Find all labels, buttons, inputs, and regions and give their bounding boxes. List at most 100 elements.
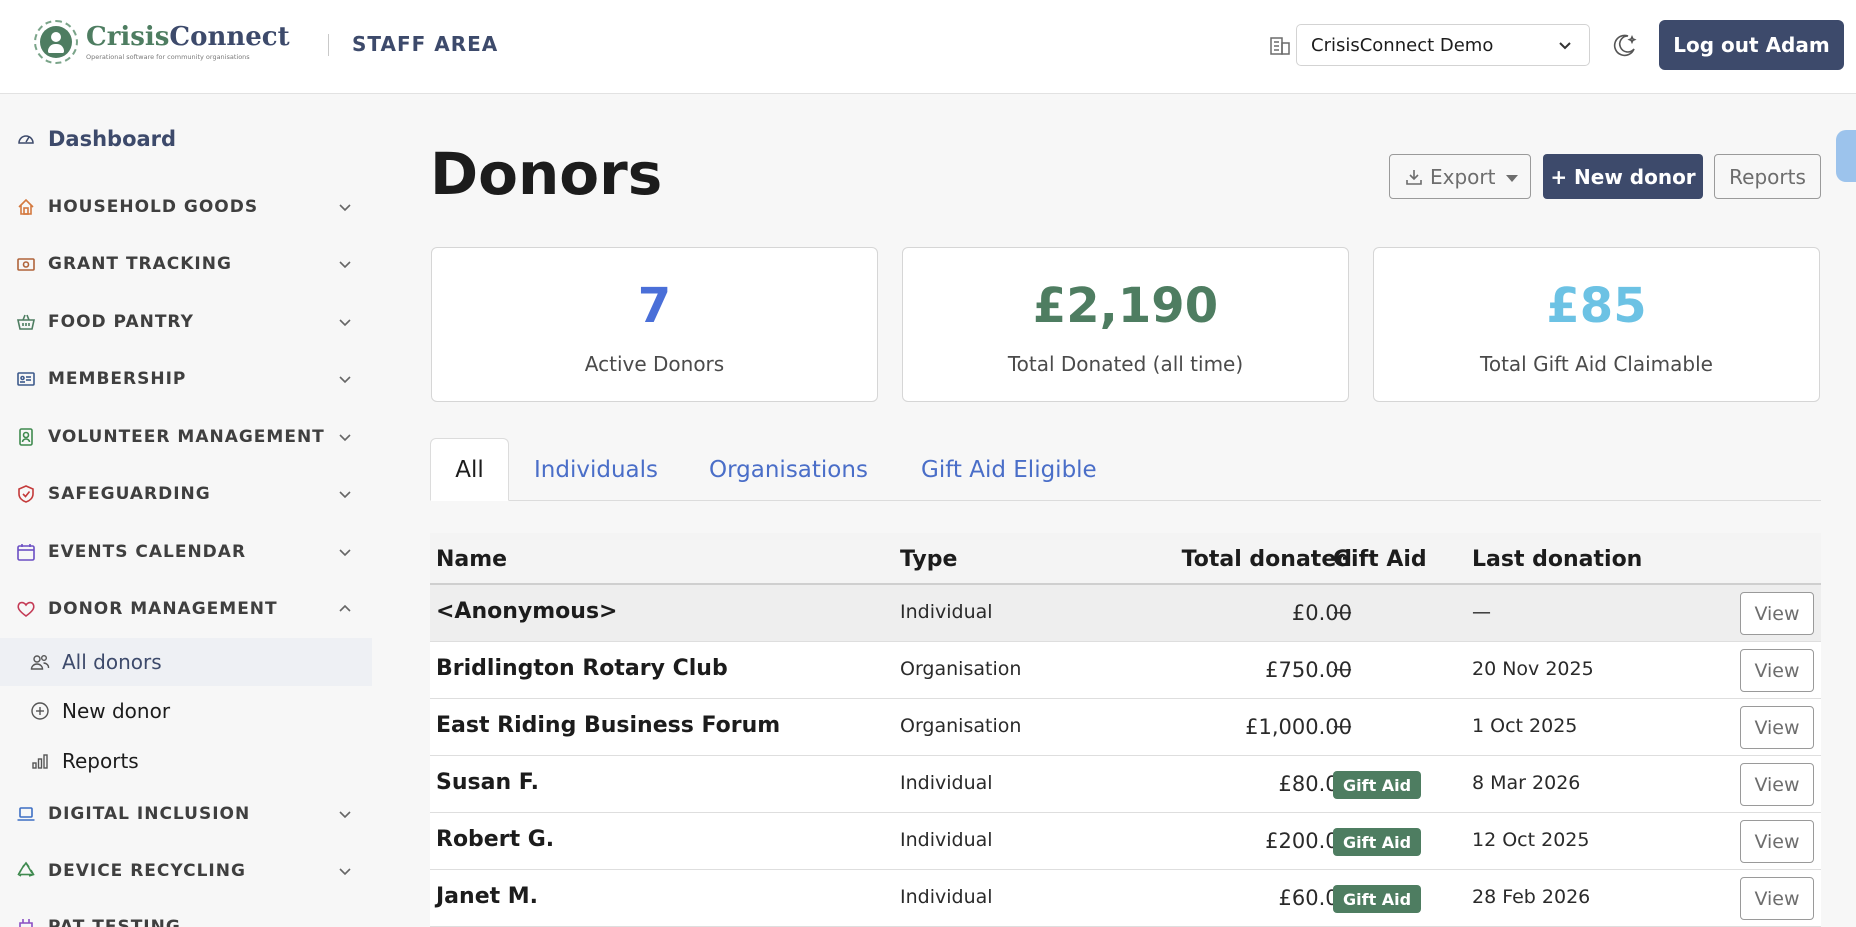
reports-button[interactable]: Reports (1714, 154, 1821, 199)
sidebar-item-new-donor[interactable]: New donor (0, 687, 372, 735)
sidebar-section-digital-inclusion[interactable]: DIGITAL INCLUSION (16, 799, 356, 829)
gift-aid-value: — (1333, 658, 1352, 680)
table-row[interactable]: East Riding Business Forum Organisation … (430, 699, 1821, 756)
gift-aid-badge: Gift Aid (1333, 828, 1422, 856)
chevron-down-icon (339, 319, 351, 327)
sidebar-section-events-calendar[interactable]: EVENTS CALENDAR (16, 537, 356, 567)
house-icon (18, 198, 34, 215)
table-row[interactable]: Robert G. Individual £200.00 Gift Aid 12… (430, 813, 1821, 870)
chevron-down-icon (339, 204, 351, 212)
top-header: CrisisConnect Operational software for c… (0, 0, 1856, 94)
bar-chart-icon (32, 754, 48, 769)
sidebar-section-donor-management[interactable]: DONOR MANAGEMENT (16, 594, 356, 624)
table-row[interactable]: Susan F. Individual £80.00 Gift Aid 8 Ma… (430, 756, 1821, 813)
building-icon (1270, 37, 1290, 55)
view-button[interactable]: View (1740, 877, 1814, 920)
sidebar-section-food-pantry[interactable]: FOOD PANTRY (16, 307, 356, 337)
table-row[interactable]: Bridlington Rotary Club Organisation £75… (430, 642, 1821, 699)
caret-down-icon (1506, 175, 1518, 182)
donor-name[interactable]: Janet M. (436, 884, 538, 909)
donor-type: Organisation (900, 658, 1022, 680)
donor-name[interactable]: Robert G. (436, 827, 554, 852)
chevron-down-icon (339, 434, 351, 442)
donor-name[interactable]: <Anonymous> (436, 599, 617, 624)
chevron-down-icon (339, 261, 351, 269)
brand-logo[interactable]: CrisisConnect Operational software for c… (34, 20, 290, 64)
last-donation: 20 Nov 2025 (1472, 658, 1594, 680)
view-button[interactable]: View (1740, 649, 1814, 692)
chevron-down-icon (339, 868, 351, 876)
sidebar-section-label: DIGITAL INCLUSION (48, 804, 251, 824)
donor-total: £750.00 (1265, 658, 1352, 682)
last-donation: 28 Feb 2026 (1472, 886, 1591, 908)
tab-organisations[interactable]: Organisations (709, 438, 868, 501)
tab-individuals[interactable]: Individuals (534, 438, 658, 501)
sidebar-section-grant-tracking[interactable]: GRANT TRACKING (16, 249, 356, 279)
column-header-total: Total donated (1181, 547, 1352, 572)
theme-toggle-button[interactable] (1608, 28, 1642, 62)
sidebar-section-label: HOUSEHOLD GOODS (48, 197, 259, 217)
cash-icon (17, 258, 35, 271)
table-row[interactable]: <Anonymous> Individual £0.00 — — View (430, 585, 1821, 642)
column-header-name: Name (436, 547, 508, 572)
side-help-tab[interactable] (1836, 130, 1856, 182)
donors-table: Name Type Total donated Gift Aid Last do… (430, 533, 1821, 927)
sidebar-section-volunteer-management[interactable]: VOLUNTEER MANAGEMENT (16, 422, 356, 452)
sidebar-section-household-goods[interactable]: HOUSEHOLD GOODS (16, 192, 356, 222)
export-button[interactable]: Export (1389, 154, 1531, 199)
tab-gift-aid-eligible[interactable]: Gift Aid Eligible (921, 438, 1097, 501)
people-icon (30, 655, 50, 670)
chevron-up-icon (339, 604, 351, 612)
sidebar-item-dashboard[interactable]: Dashboard (16, 127, 176, 151)
sidebar-section-label: EVENTS CALENDAR (48, 542, 247, 562)
stat-card-active-donors: 7 Active Donors (431, 247, 878, 402)
stat-caption: Total Donated (all time) (1007, 352, 1244, 376)
sidebar-section-device-recycling[interactable]: DEVICE RECYCLING (16, 856, 356, 886)
table-row[interactable]: Janet M. Individual £60.00 Gift Aid 28 F… (430, 870, 1821, 927)
view-button[interactable]: View (1740, 763, 1814, 806)
donor-total: £0.00 (1291, 601, 1352, 625)
gift-aid-badge: Gift Aid (1333, 885, 1422, 913)
column-header-type: Type (900, 547, 958, 572)
donor-name[interactable]: East Riding Business Forum (436, 713, 780, 738)
chevron-down-icon (339, 376, 351, 384)
sidebar-section-label: PAT TESTING (48, 916, 181, 927)
recycle-icon (17, 861, 35, 877)
sidebar-item-label: Reports (62, 749, 139, 773)
sidebar-section-membership[interactable]: MEMBERSHIP (16, 364, 356, 394)
sidebar-item-reports[interactable]: Reports (0, 737, 372, 785)
sidebar: Dashboard HOUSEHOLD GOODS GRANT TRACKING… (0, 95, 372, 927)
view-button[interactable]: View (1740, 820, 1814, 863)
heart-icon (17, 601, 35, 617)
sidebar-section-safeguarding[interactable]: SAFEGUARDING (16, 479, 356, 509)
organisation-select[interactable]: CrisisConnect Demo (1296, 24, 1590, 66)
new-donor-button[interactable]: + New donor (1543, 154, 1703, 199)
donor-type: Organisation (900, 715, 1022, 737)
donor-name[interactable]: Susan F. (436, 770, 539, 795)
sidebar-section-label: VOLUNTEER MANAGEMENT (48, 427, 325, 447)
donor-name[interactable]: Bridlington Rotary Club (436, 656, 728, 681)
sidebar-item-all-donors[interactable]: All donors (0, 638, 372, 686)
calendar-icon (17, 544, 35, 561)
gift-aid-value: — (1333, 601, 1352, 623)
sidebar-item-label: All donors (62, 650, 162, 674)
gift-aid-badge: Gift Aid (1333, 771, 1422, 799)
sidebar-section-label: GRANT TRACKING (48, 254, 232, 274)
tab-all[interactable]: All (430, 438, 509, 501)
stat-value: £2,190 (1032, 278, 1219, 334)
sidebar-section-label: DONOR MANAGEMENT (48, 599, 278, 619)
basket-icon (17, 314, 35, 330)
page-title: Donors (430, 140, 663, 208)
logout-button[interactable]: Log out Adam (1659, 20, 1844, 70)
plug-icon (19, 918, 33, 927)
view-button[interactable]: View (1740, 592, 1814, 635)
chevron-down-icon (339, 549, 351, 557)
brand-name: CrisisConnect (86, 22, 290, 52)
sidebar-section-pat-testing[interactable]: PAT TESTING (16, 912, 356, 927)
last-donation: — (1472, 601, 1491, 623)
donor-tabs: All Individuals Organisations Gift Aid E… (430, 438, 1821, 501)
shield-icon (18, 485, 34, 503)
stat-card-total-donated: £2,190 Total Donated (all time) (902, 247, 1349, 402)
view-button[interactable]: View (1740, 706, 1814, 749)
donor-type: Individual (900, 886, 993, 908)
